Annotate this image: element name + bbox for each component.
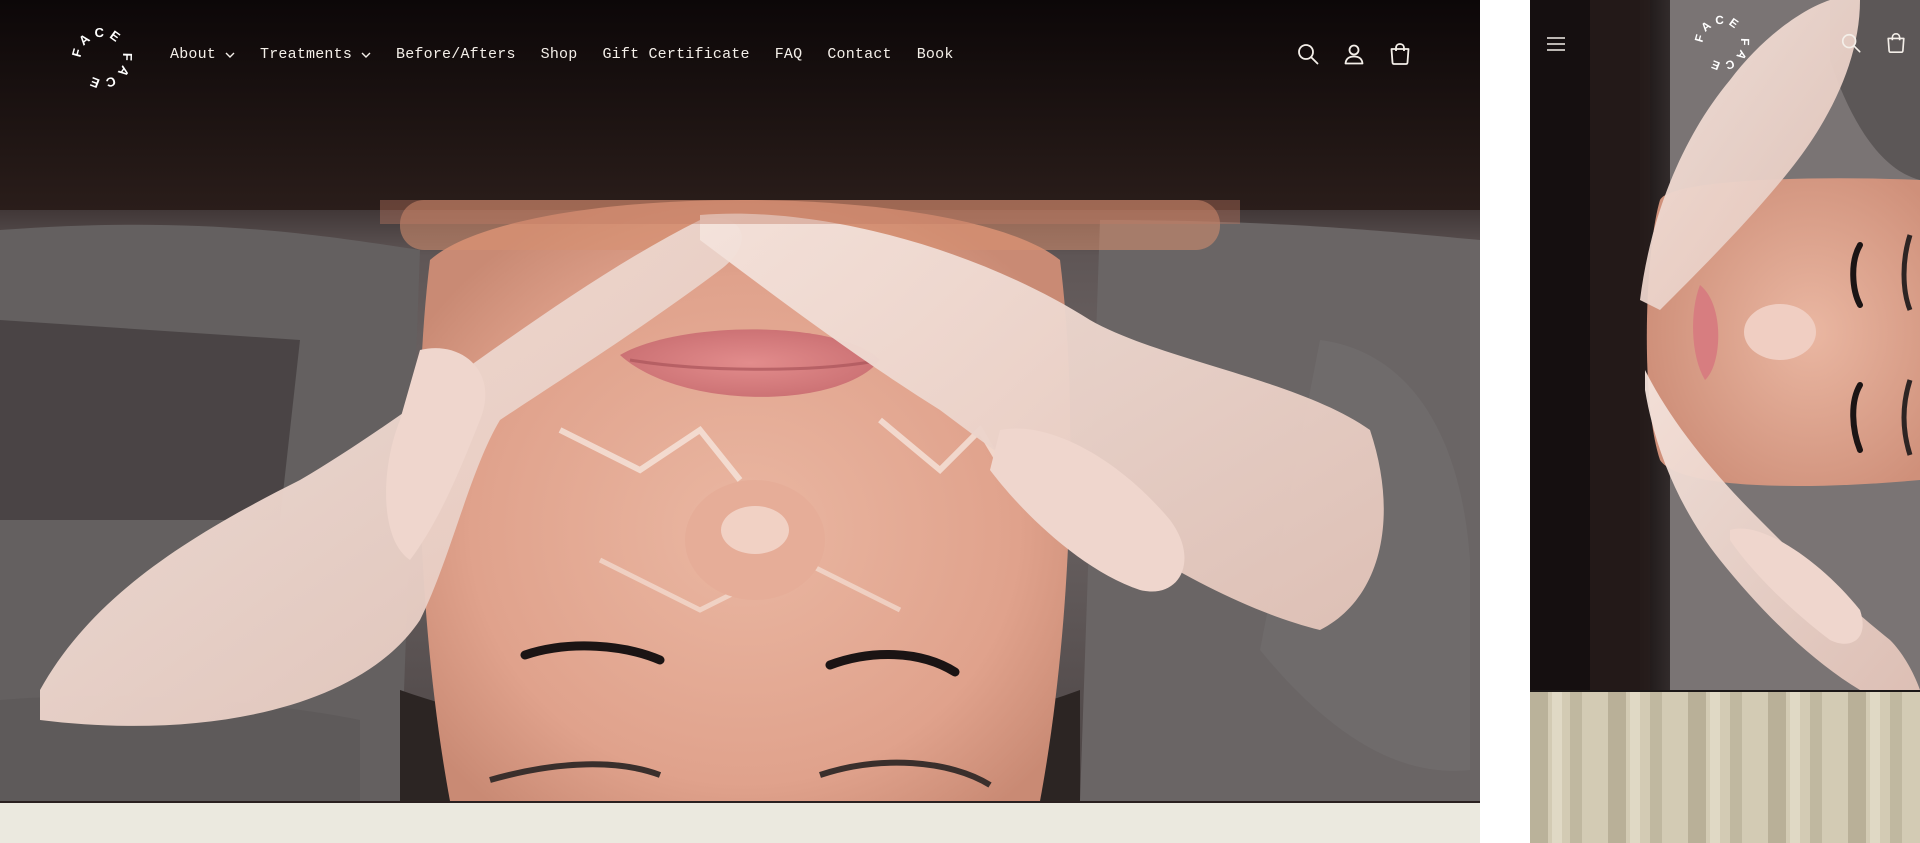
account-icon[interactable]: [1342, 42, 1366, 66]
logo-text: FACE FACE: [1693, 14, 1747, 72]
search-icon[interactable]: [1840, 32, 1862, 54]
nav-item-contact[interactable]: Contact: [827, 46, 891, 63]
mobile-viewport: FACE FACE: [1530, 0, 1920, 843]
cart-icon[interactable]: [1885, 32, 1907, 54]
desktop-viewport: FACE FACE About Treatments Before/Afters…: [0, 0, 1480, 843]
main-nav: About Treatments Before/Afters Shop Gift…: [170, 46, 954, 63]
nav-item-book[interactable]: Book: [917, 46, 954, 63]
chevron-down-icon: [361, 52, 371, 58]
svg-text:FACE FACE: FACE FACE: [70, 26, 134, 90]
nav-item-label: Before/Afters: [396, 46, 516, 63]
search-icon[interactable]: [1296, 42, 1320, 66]
nav-item-label: Book: [916, 46, 954, 63]
cart-icon[interactable]: [1388, 42, 1412, 66]
brand-logo[interactable]: FACE FACE: [70, 26, 134, 90]
nav-item-faq[interactable]: FAQ: [775, 46, 803, 63]
face-face-logo: FACE FACE: [70, 26, 134, 90]
header-actions: [1296, 42, 1412, 66]
nav-item-label: About: [170, 46, 217, 63]
nav-item-label: Contact: [827, 46, 892, 63]
hero-video[interactable]: [0, 0, 1480, 803]
nav-item-label: Treatments: [260, 46, 353, 63]
site-header: FACE FACE About Treatments Before/Afters…: [0, 0, 1480, 115]
nav-item-treatments[interactable]: Treatments: [260, 46, 371, 63]
mobile-hero-image: [1530, 0, 1920, 690]
nav-item-before-afters[interactable]: Before/Afters: [396, 46, 516, 63]
nav-item-about[interactable]: About: [170, 46, 235, 63]
nav-item-label: Shop: [540, 46, 578, 63]
mobile-hero-video[interactable]: [1530, 0, 1920, 692]
mobile-header: FACE FACE: [1530, 0, 1920, 90]
face-face-logo: FACE FACE: [1693, 14, 1751, 72]
menu-icon[interactable]: [1544, 32, 1568, 56]
curtain-image: [1530, 692, 1920, 843]
mobile-brand-logo[interactable]: FACE FACE: [1693, 14, 1751, 72]
hero-image: [0, 0, 1480, 801]
chevron-down-icon: [225, 52, 235, 58]
svg-text:FACE FACE: FACE FACE: [1693, 14, 1751, 72]
nav-item-label: FAQ: [774, 46, 803, 63]
nav-item-gift-certificate[interactable]: Gift Certificate: [602, 46, 749, 63]
nav-item-label: Gift Certificate: [602, 46, 750, 63]
nav-item-shop[interactable]: Shop: [541, 46, 578, 63]
logo-text: FACE FACE: [70, 26, 131, 90]
